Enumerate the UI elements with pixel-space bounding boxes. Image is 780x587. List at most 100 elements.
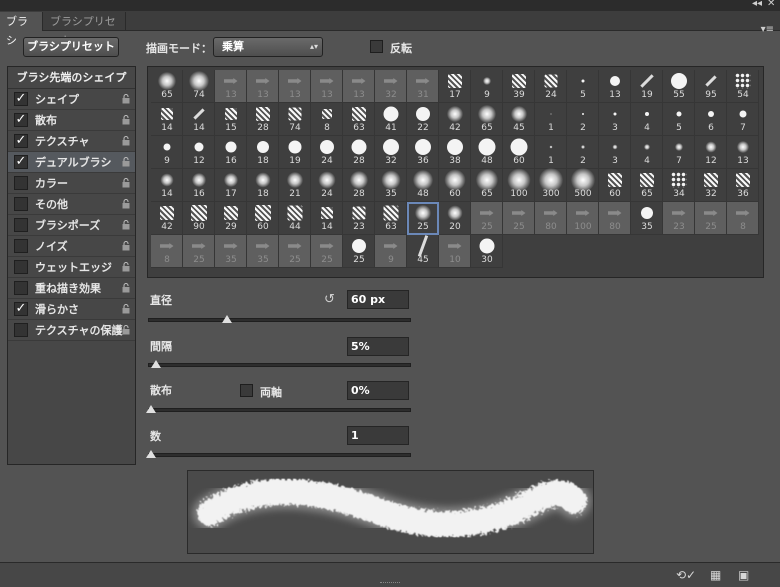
brush-tip-cell[interactable]: 6 [695,103,727,136]
brush-tip-cell[interactable]: 34 [663,169,695,202]
brush-tip-cell[interactable]: 28 [247,103,279,136]
brush-tip-cell[interactable]: 38 [439,136,471,169]
count-slider[interactable] [146,450,411,458]
brush-tip-cell[interactable]: 48 [407,169,439,202]
brush-tip-cell[interactable]: 17 [439,70,471,103]
option-checkbox[interactable] [14,323,28,337]
option-checkbox[interactable]: ✓ [14,134,28,148]
option-checkbox[interactable]: ✓ [14,302,28,316]
brush-tip-cell[interactable]: 19 [631,70,663,103]
brush-tip-cell[interactable]: 35 [247,235,279,268]
brush-tip-cell[interactable]: 25 [503,202,535,235]
scatter-slider-thumb[interactable] [146,405,156,413]
lock-icon[interactable] [122,325,130,335]
new-preset-icon[interactable]: ▣ [738,568,749,582]
brush-tip-cell[interactable]: 18 [247,136,279,169]
brush-tip-cell[interactable]: 9 [471,70,503,103]
brush-tip-cell[interactable]: 25 [695,202,727,235]
brush-tip-cell[interactable]: 100 [503,168,535,202]
brush-tip-cell[interactable]: 7 [727,103,759,136]
brush-tip-cell[interactable]: 15 [215,103,247,136]
option-checkbox[interactable] [14,281,28,295]
lock-icon[interactable] [122,304,130,314]
brush-option-item[interactable]: その他 [8,194,135,215]
lock-icon[interactable] [122,220,130,230]
brush-tip-cell[interactable]: 3 [599,136,631,169]
brush-tip-cell[interactable]: 80 [535,202,567,235]
brush-tip-cell[interactable]: 60 [439,169,471,202]
blend-mode-select[interactable]: 乗算 ▴▾ [213,37,323,57]
option-checkbox[interactable] [14,260,28,274]
lock-icon[interactable] [122,283,130,293]
lock-icon[interactable] [122,157,130,167]
count-slider-thumb[interactable] [146,450,156,458]
brush-tip-cell[interactable]: 25 [343,235,375,268]
brush-tip-cell[interactable]: 100 [567,202,599,235]
brush-tip-cell[interactable]: 13 [599,70,631,103]
scatter-slider[interactable] [146,405,411,413]
brush-tip-cell[interactable]: 60 [599,169,631,202]
brush-tip-cell[interactable]: 65 [471,103,503,136]
brush-tip-cell[interactable]: 14 [183,103,215,136]
brush-tip-cell[interactable]: 24 [535,70,567,103]
brush-option-item[interactable]: ✓ 滑らかさ [8,299,135,320]
brush-tip-cell[interactable]: 7 [663,136,695,169]
brush-tip-cell[interactable]: 32 [375,70,407,103]
scatter-field[interactable]: 0% [347,381,409,400]
brush-tip-cell[interactable]: 16 [183,169,215,202]
spacing-slider-thumb[interactable] [151,360,162,368]
brush-tip-cell[interactable]: 42 [439,103,471,136]
brush-tip-cell[interactable]: 14 [151,169,183,202]
brush-tip-cell[interactable]: 25 [183,235,215,268]
brush-option-item[interactable]: ✓ デュアルブラシ [8,152,135,173]
brush-tip-cell[interactable]: 24 [311,136,343,169]
brush-tip-cell[interactable]: 300 [535,168,567,202]
brush-tip-cell[interactable]: 13 [279,70,311,103]
diameter-field[interactable]: 60 px [347,290,409,309]
brush-option-item[interactable]: ブラシポーズ [8,215,135,236]
brush-tip-cell[interactable]: 10 [439,235,471,268]
brush-tip-cell[interactable]: 54 [727,70,759,103]
brush-tip-cell[interactable]: 60 [247,202,279,235]
brush-option-item[interactable]: ✓ シェイプ [8,89,135,110]
lock-icon[interactable] [122,94,130,104]
brush-tip-cell[interactable]: 4 [631,136,663,169]
both-axes-checkbox[interactable] [240,384,253,397]
brush-tip-cell[interactable]: 63 [375,202,407,235]
option-checkbox[interactable]: ✓ [14,113,28,127]
brush-presets-button[interactable]: ブラシプリセット [23,37,119,57]
brush-tip-cell[interactable]: 44 [279,202,311,235]
close-icon[interactable]: ✕ [767,0,775,9]
brush-tip-cell[interactable]: 13 [343,70,375,103]
option-checkbox[interactable]: ✓ [14,155,28,169]
resize-grip[interactable] [380,582,400,585]
brush-option-item[interactable]: 重ね描き効果 [8,278,135,299]
brush-tip-cell[interactable]: 42 [151,202,183,235]
brush-tip-cell[interactable]: 36 [407,136,439,169]
brush-tip-cell[interactable]: 14 [311,202,343,235]
brush-tip-cell[interactable]: 21 [279,169,311,202]
panel-menu-icon[interactable]: ▾≡ [761,24,774,35]
brush-tip-cell[interactable]: 29 [215,202,247,235]
brush-option-item[interactable]: テクスチャの保護 [8,320,135,341]
brush-tip-cell[interactable]: 12 [183,136,215,169]
brush-tip-cell[interactable]: 31 [407,70,439,103]
lock-icon[interactable] [122,136,130,146]
brush-option-item[interactable]: ✓ 散布 [8,110,135,131]
brush-tip-cell[interactable]: 25 [311,235,343,268]
brush-tip-cell[interactable]: 17 [215,169,247,202]
spacing-slider[interactable] [148,360,411,368]
brush-option-item[interactable]: カラー [8,173,135,194]
lock-icon[interactable] [122,199,130,209]
brush-tip-cell[interactable]: 5 [663,103,695,136]
brush-tip-cell[interactable]: 1 [535,103,567,136]
tab-brush[interactable]: ブラシ [0,12,43,47]
lock-icon[interactable] [122,262,130,272]
brush-tip-cell[interactable]: 35 [631,202,663,235]
brush-tip-cell[interactable]: 63 [343,103,375,136]
brush-tip-cell[interactable]: 25 [471,202,503,235]
flip-checkbox[interactable] [370,40,383,53]
lock-icon[interactable] [122,178,130,188]
brush-tip-cell[interactable]: 39 [503,70,535,103]
brush-tip-cell[interactable]: 23 [663,202,695,235]
